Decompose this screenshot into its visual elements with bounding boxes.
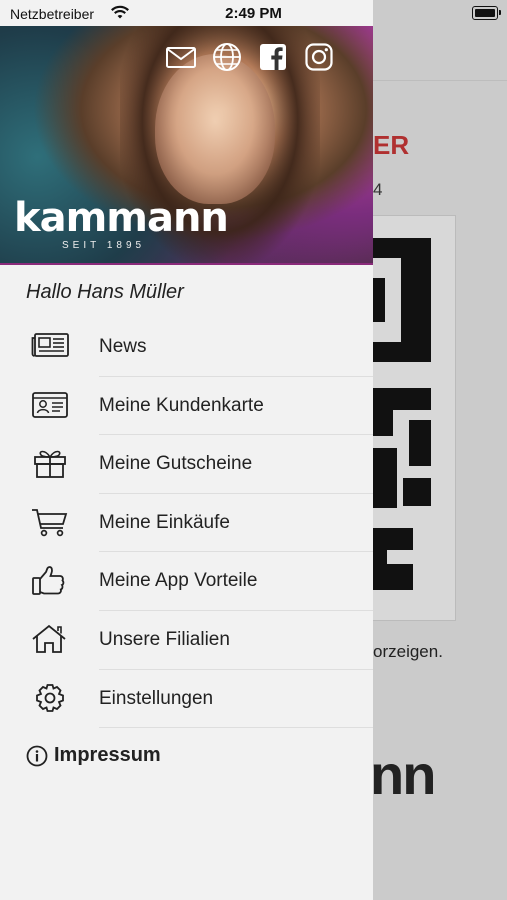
menu-item-einstellungen[interactable]: Einstellungen (0, 670, 373, 729)
impressum-label: Impressum (54, 744, 161, 766)
menu-item-news[interactable]: News (0, 318, 373, 377)
background-divider (373, 80, 507, 81)
home-icon (30, 623, 70, 655)
drawer-menu: News Meine Kundenkarte Meine Gutscheine … (0, 318, 373, 729)
newspaper-icon (30, 330, 70, 362)
menu-item-gutscheine[interactable]: Meine Gutscheine (0, 435, 373, 494)
menu-item-label: Meine Kundenkarte (99, 394, 264, 416)
header-photo-face (155, 54, 275, 204)
brand-name: kammann (14, 195, 229, 241)
mail-icon[interactable] (165, 41, 197, 73)
thumbs-up-icon (30, 564, 70, 596)
impressum-link[interactable]: Impressum (26, 744, 161, 767)
menu-item-label: Meine Gutscheine (99, 453, 253, 475)
header-accent-line (0, 263, 373, 265)
user-greeting: Hallo Hans Müller (26, 281, 184, 303)
header-image: kammann SEIT 1895 (0, 26, 373, 264)
clock: 2:49 PM (225, 5, 282, 22)
menu-item-einkaeufe[interactable]: Meine Einkäufe (0, 494, 373, 553)
menu-item-label: Unsere Filialien (99, 628, 230, 650)
menu-item-label: Meine Einkäufe (99, 511, 230, 533)
info-icon (26, 745, 48, 767)
battery-icon (472, 6, 501, 20)
qr-code (373, 238, 431, 590)
menu-item-label: Einstellungen (99, 687, 214, 709)
background-title: ER (373, 130, 410, 160)
background-text: orzeigen. (373, 642, 443, 661)
brand-logo: kammann SEIT 1895 (14, 195, 229, 251)
cart-icon (30, 506, 70, 538)
menu-item-label: News (99, 336, 147, 357)
globe-icon[interactable] (211, 41, 243, 73)
background-logo: nn (370, 743, 436, 806)
menu-item-kundenkarte[interactable]: Meine Kundenkarte (0, 377, 373, 436)
gift-icon (30, 447, 70, 479)
menu-item-filialien[interactable]: Unsere Filialien (0, 611, 373, 670)
social-links (165, 41, 335, 73)
menu-item-vorteile[interactable]: Meine App Vorteile (0, 552, 373, 611)
instagram-icon[interactable] (303, 41, 335, 73)
facebook-icon[interactable] (257, 41, 289, 73)
side-drawer: kammann SEIT 1895 Hallo Hans Müller News… (0, 0, 373, 900)
id-card-icon (30, 389, 70, 421)
brand-tagline: SEIT 1895 (62, 240, 146, 251)
status-bar: Netzbetreiber 2:49 PM (0, 0, 507, 26)
menu-item-label: Meine App Vorteile (99, 570, 258, 592)
menu-divider (99, 727, 373, 729)
background-number: 4 (373, 180, 383, 199)
gear-icon (30, 682, 70, 714)
